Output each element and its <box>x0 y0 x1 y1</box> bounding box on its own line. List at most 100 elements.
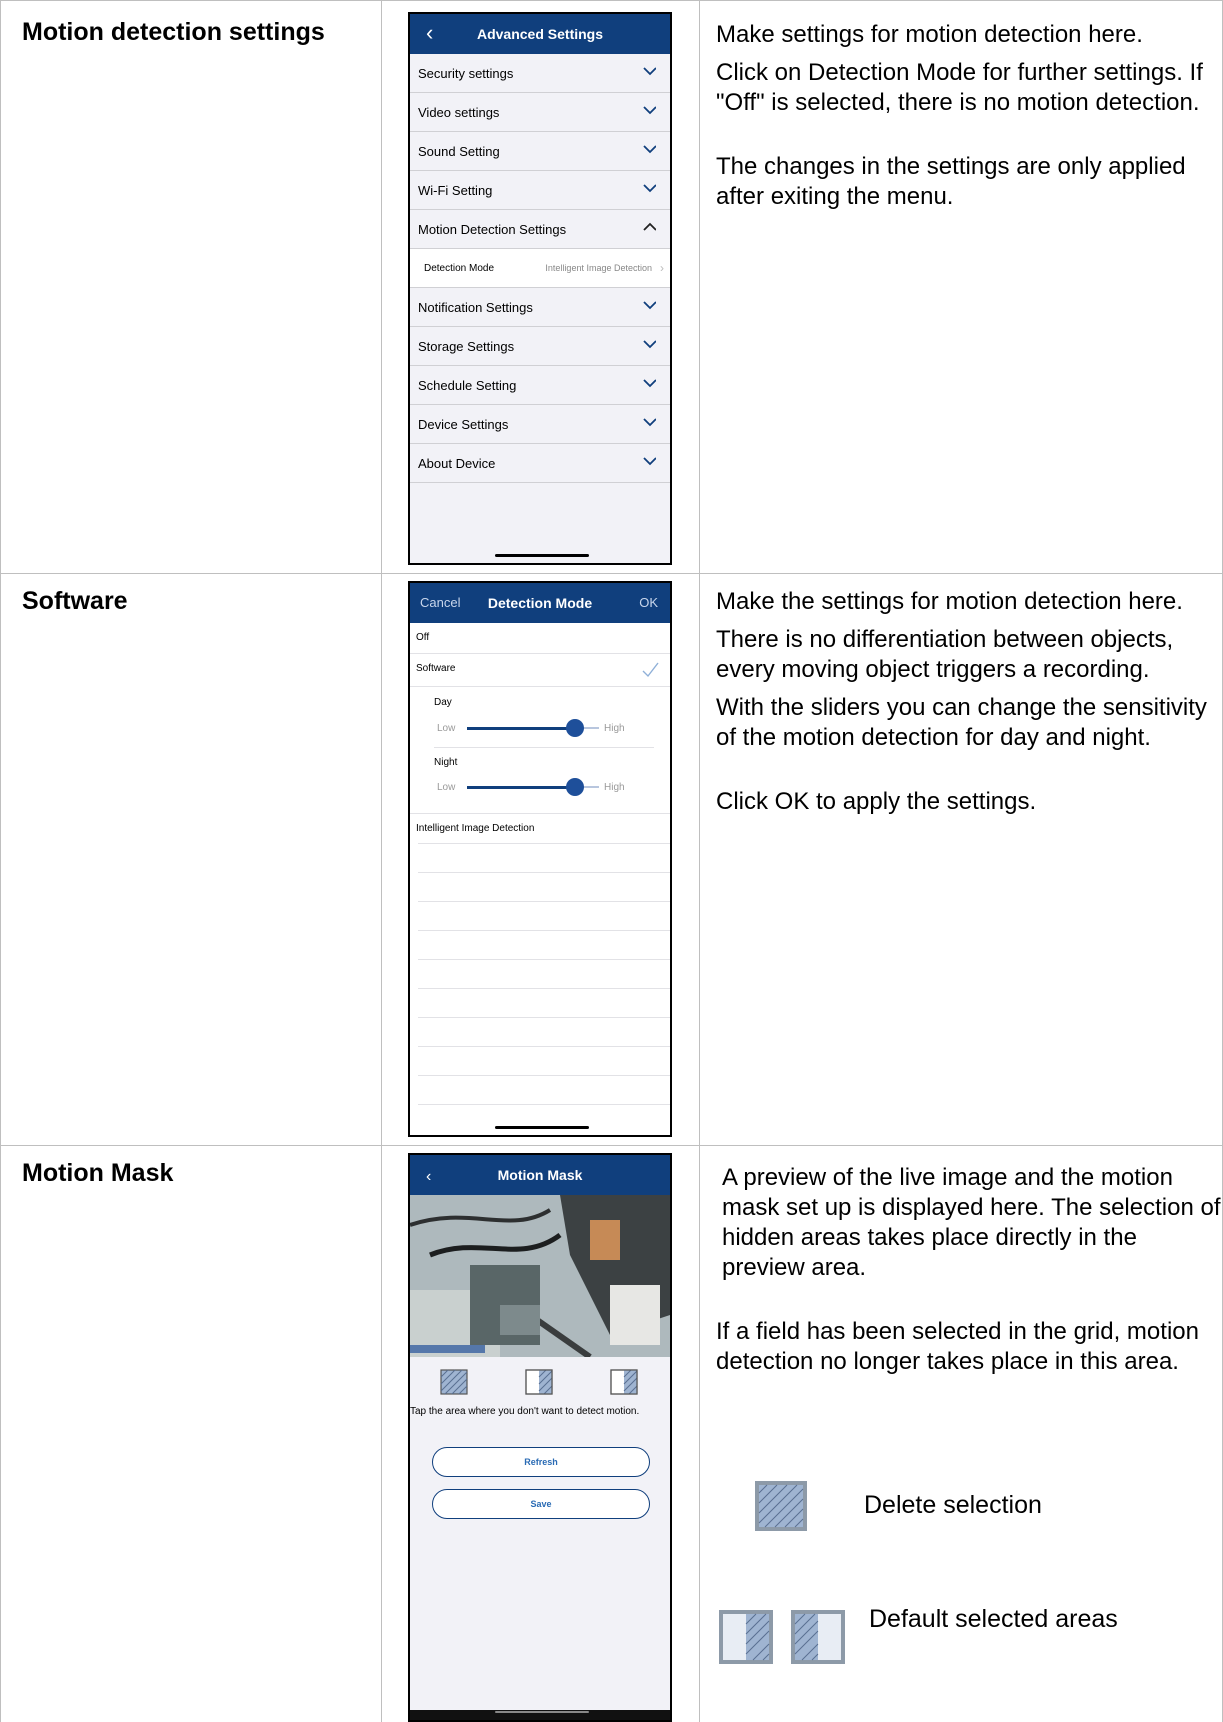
low-label: Low <box>437 782 456 793</box>
settings-section-row[interactable]: Storage Settings <box>410 327 670 366</box>
settings-section-row[interactable]: Sound Setting <box>410 132 670 171</box>
left-default-area-icon[interactable] <box>525 1369 553 1395</box>
detection-mode-label: Detection Mode <box>424 263 495 274</box>
option-label: Intelligent Image Detection <box>416 823 535 834</box>
settings-section-row[interactable]: About Device <box>410 444 670 483</box>
settings-section-row[interactable]: Security settings <box>410 54 670 93</box>
settings-section-row[interactable]: Device Settings <box>410 405 670 444</box>
settings-section-row[interactable]: Schedule Setting <box>410 366 670 405</box>
night-slider-knob[interactable] <box>566 778 584 796</box>
night-label: Night <box>434 757 458 768</box>
settings-section-row[interactable]: Video settings <box>410 93 670 132</box>
app-header: Cancel Detection Mode OK <box>410 583 670 623</box>
right-default-area-icon[interactable] <box>610 1369 638 1395</box>
app-header: ‹ Motion Mask <box>410 1155 670 1195</box>
legend-delete-label: Delete selection <box>864 1491 1042 1519</box>
row-description: A preview of the live image and the moti… <box>716 1163 1222 1377</box>
screen-title: Detection Mode <box>487 595 593 611</box>
high-label: High <box>604 782 625 793</box>
divider <box>418 1046 670 1047</box>
app-header: ‹ Advanced Settings <box>410 14 670 54</box>
chevron-down-icon <box>643 457 656 466</box>
divider <box>418 872 670 873</box>
instruction-text: Tap the area where you don't want to det… <box>410 1406 640 1417</box>
divider <box>418 988 670 989</box>
day-label: Day <box>434 697 452 708</box>
option-label: Software <box>416 663 456 674</box>
description-paragraph: There is no differentiation between obje… <box>716 626 1174 683</box>
manual-table: Motion detection settings ‹ Advanced Set… <box>0 0 1223 1722</box>
description-paragraph: A preview of the live image and the moti… <box>722 1164 1221 1281</box>
description-paragraph: Make the settings for motion detection h… <box>716 588 1183 615</box>
home-indicator <box>495 1126 589 1129</box>
option-intelligent-image-detection[interactable]: Intelligent Image Detection <box>410 814 670 845</box>
empty-list-area <box>410 843 670 1135</box>
chevron-down-icon <box>643 379 656 388</box>
home-indicator <box>495 1711 589 1713</box>
settings-section-row[interactable]: Notification Settings <box>410 288 670 327</box>
sensitivity-panel: Day Low High Night Low High <box>410 687 670 814</box>
description-paragraph: Click OK to apply the settings. <box>716 788 1037 815</box>
day-slider-track[interactable] <box>467 727 575 730</box>
description-paragraph: Make settings for motion detection here. <box>716 21 1143 48</box>
settings-section-label: Notification Settings <box>418 300 533 315</box>
settings-section-row[interactable]: Wi-Fi Setting <box>410 171 670 210</box>
settings-section-label: Video settings <box>418 105 500 120</box>
legend-default-label: Default selected areas <box>869 1605 1118 1633</box>
detection-mode-screen: Cancel Detection Mode OK Off Software Da… <box>408 581 672 1137</box>
description-paragraph: The changes in the settings are only app… <box>716 153 1186 210</box>
divider <box>418 843 670 844</box>
description-paragraph: With the sliders you can change the sens… <box>716 694 1207 751</box>
table-row: Motion Mask ‹ Motion Mask Tap the area w… <box>0 1145 1223 1722</box>
settings-section-row[interactable]: Motion Detection Settings <box>410 210 670 249</box>
settings-section-label: Motion Detection Settings <box>418 222 567 237</box>
chevron-down-icon <box>643 106 656 115</box>
chevron-down-icon <box>643 340 656 349</box>
divider <box>418 1017 670 1018</box>
screen-title: Motion Mask <box>497 1167 583 1183</box>
home-indicator <box>495 554 589 557</box>
live-preview-image[interactable] <box>410 1195 670 1357</box>
settings-section-label: Sound Setting <box>418 144 500 159</box>
chevron-down-icon <box>643 67 656 76</box>
save-button[interactable]: Save <box>432 1489 650 1519</box>
chevron-up-icon <box>643 222 656 231</box>
description-paragraph: Click on Detection Mode for further sett… <box>716 59 1203 116</box>
row-description: Make the settings for motion detection h… <box>716 587 1216 817</box>
description-paragraph: If a field has been selected in the grid… <box>716 1318 1199 1375</box>
day-slider-knob[interactable] <box>566 719 584 737</box>
refresh-button[interactable]: Refresh <box>432 1447 650 1477</box>
option-label: Off <box>416 632 430 643</box>
motion-mask-screen: ‹ Motion Mask Tap the area where you don… <box>408 1153 672 1722</box>
divider <box>418 901 670 902</box>
divider <box>418 959 670 960</box>
settings-section-label: Storage Settings <box>418 339 515 354</box>
divider <box>418 930 670 931</box>
high-label: High <box>604 723 625 734</box>
settings-section-label: Schedule Setting <box>418 378 517 393</box>
settings-section-label: Wi-Fi Setting <box>418 183 493 198</box>
left-default-legend-icon <box>719 1610 773 1664</box>
ok-button[interactable]: OK <box>639 595 658 610</box>
chevron-right-icon: › <box>660 261 664 275</box>
row-description: Make settings for motion detection here.… <box>716 20 1216 212</box>
divider <box>418 1075 670 1076</box>
camera-preview-icon <box>410 1195 670 1357</box>
chevron-down-icon <box>643 301 656 310</box>
table-row: Motion detection settings ‹ Advanced Set… <box>0 0 1223 573</box>
option-off[interactable]: Off <box>410 623 670 654</box>
detection-mode-row[interactable]: Detection Mode Intelligent Image Detectio… <box>410 249 670 288</box>
chevron-down-icon <box>643 184 656 193</box>
detection-mode-value: Intelligent Image Detection <box>545 263 652 273</box>
row-title: Software <box>22 587 128 615</box>
checkmark-icon <box>642 662 659 678</box>
chevron-down-icon <box>643 145 656 154</box>
row-title: Motion detection settings <box>22 18 325 46</box>
settings-section-label: Device Settings <box>418 417 509 432</box>
divider <box>418 1104 670 1105</box>
option-software[interactable]: Software <box>410 654 670 687</box>
low-label: Low <box>437 723 456 734</box>
screen-title: Advanced Settings <box>476 26 604 42</box>
delete-selection-icon[interactable] <box>440 1369 468 1395</box>
night-slider-track[interactable] <box>467 786 575 789</box>
